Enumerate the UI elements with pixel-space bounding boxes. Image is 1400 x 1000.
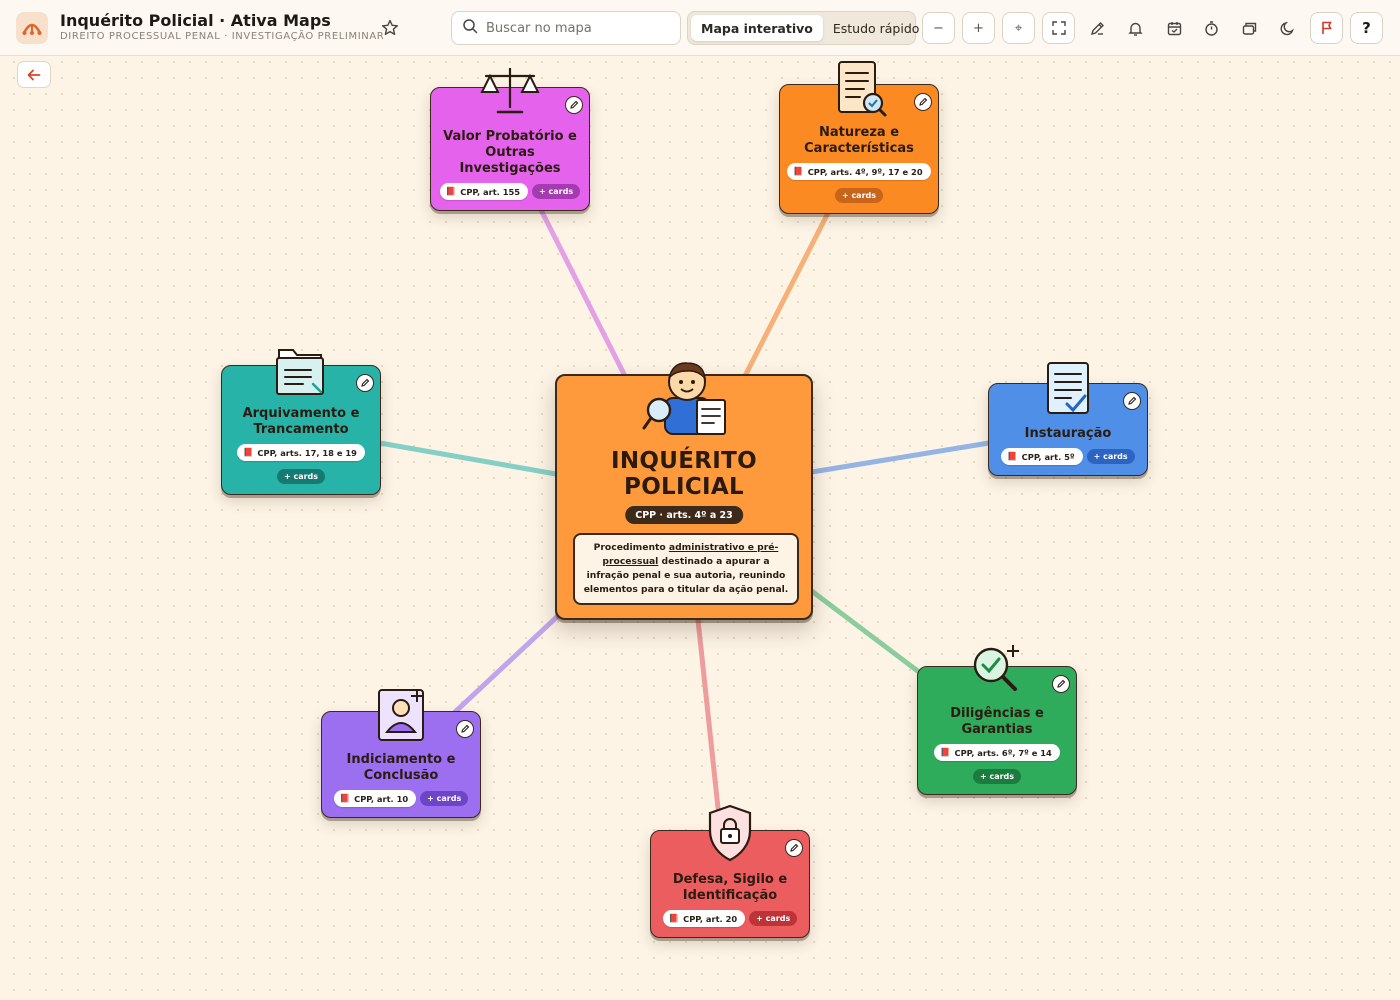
- folder-icon: [271, 342, 331, 402]
- pencil-icon: [790, 843, 799, 852]
- law-reference-chip[interactable]: 📕 CPP, art. 20: [662, 910, 746, 927]
- node-title: Diligências e Garantias: [950, 706, 1044, 737]
- node-diligencias[interactable]: Diligências e Garantias 📕 CPP, arts. 6º, …: [917, 645, 1077, 795]
- law-reference-chip[interactable]: 📕 CPP, art. 5º: [1001, 448, 1083, 465]
- center-node-law-badge: CPP · arts. 4º a 23: [625, 506, 743, 524]
- edge-indiciamento: [452, 611, 563, 715]
- book-icon: 📕: [339, 793, 351, 803]
- edit-node-button[interactable]: [565, 96, 583, 114]
- add-cards-button[interactable]: + cards: [972, 769, 1022, 784]
- add-cards-button[interactable]: + cards: [749, 911, 798, 926]
- add-cards-button[interactable]: + cards: [532, 184, 581, 199]
- pencil-icon: [361, 378, 370, 387]
- edit-node-button[interactable]: [1123, 392, 1141, 410]
- node-title: Valor Probatório e Outras Investigações: [443, 129, 577, 176]
- add-cards-button[interactable]: + cards: [420, 791, 469, 806]
- node-title: Instauração: [1024, 426, 1112, 441]
- shield-lock-icon: [704, 803, 756, 867]
- book-icon: 📕: [243, 447, 254, 457]
- node-indiciamento[interactable]: Indiciamento e Conclusão 📕 CPP, art. 10 +…: [321, 689, 481, 818]
- add-cards-button[interactable]: + cards: [1086, 449, 1135, 464]
- center-node-title: INQUÉRITO POLICIAL: [611, 448, 757, 500]
- center-node[interactable]: INQUÉRITO POLICIAL CPP · arts. 4º a 23 P…: [555, 362, 813, 620]
- book-icon: 📕: [793, 166, 804, 176]
- magnifier-check-icon: [965, 641, 1029, 701]
- edge-valor: [537, 205, 628, 379]
- investigator-icon: [641, 358, 733, 444]
- edit-node-button[interactable]: [1052, 675, 1070, 693]
- edge-instauracao: [809, 440, 992, 475]
- pencil-icon: [1128, 396, 1137, 405]
- node-instauracao[interactable]: Instauração 📕 CPP, art. 5º + cards: [988, 362, 1148, 476]
- pencil-icon: [1057, 679, 1066, 688]
- node-valor-probatorio[interactable]: Valor Probatório e Outras Investigações …: [430, 68, 590, 211]
- pencil-icon: [570, 100, 579, 109]
- edge-arquivamento: [377, 440, 559, 477]
- node-title: Arquivamento e Trancamento: [242, 406, 360, 437]
- book-icon: 📕: [1007, 451, 1018, 461]
- add-cards-button[interactable]: + cards: [276, 469, 326, 484]
- pencil-icon: [461, 724, 470, 733]
- node-arquivamento[interactable]: Arquivamento e Trancamento 📕 CPP, arts. 1…: [221, 349, 381, 495]
- checklist-icon: [1043, 360, 1093, 422]
- law-reference-chip[interactable]: 📕 CPP, arts. 4º, 9º, 17 e 20: [787, 163, 931, 180]
- document-search-icon: [827, 59, 891, 127]
- edit-node-button[interactable]: [914, 93, 932, 111]
- edit-node-button[interactable]: [785, 839, 803, 857]
- edge-diligencias: [810, 589, 922, 675]
- law-reference-chip[interactable]: 📕 CPP, arts. 17, 18 e 19: [237, 444, 365, 461]
- person-add-icon: [373, 686, 429, 750]
- edit-node-button[interactable]: [456, 720, 474, 738]
- node-defesa[interactable]: Defesa, Sigilo e Identificação 📕 CPP, art…: [650, 804, 810, 938]
- law-reference-chip[interactable]: 📕 CPP, art. 155: [439, 183, 529, 200]
- node-natureza[interactable]: Natureza e Características 📕 CPP, arts. 4…: [779, 61, 939, 214]
- node-title: Indiciamento e Conclusão: [346, 752, 456, 783]
- book-icon: 📕: [940, 747, 951, 757]
- pencil-icon: [919, 97, 928, 106]
- center-node-description: Procedimento administrativo e pré-proces…: [573, 533, 799, 605]
- law-reference-chip[interactable]: 📕 CPP, arts. 6º, 7º e 14: [934, 744, 1060, 761]
- book-icon: 📕: [445, 186, 457, 196]
- scales-icon: [478, 64, 542, 124]
- book-icon: 📕: [668, 913, 680, 923]
- edge-defesa: [695, 617, 721, 811]
- add-cards-button[interactable]: + cards: [834, 188, 884, 203]
- edge-natureza: [742, 210, 831, 379]
- node-title: Natureza e Características: [804, 125, 914, 156]
- law-reference-chip[interactable]: 📕 CPP, art. 10: [333, 790, 417, 807]
- edit-node-button[interactable]: [356, 374, 374, 392]
- node-title: Defesa, Sigilo e Identificação: [672, 872, 788, 903]
